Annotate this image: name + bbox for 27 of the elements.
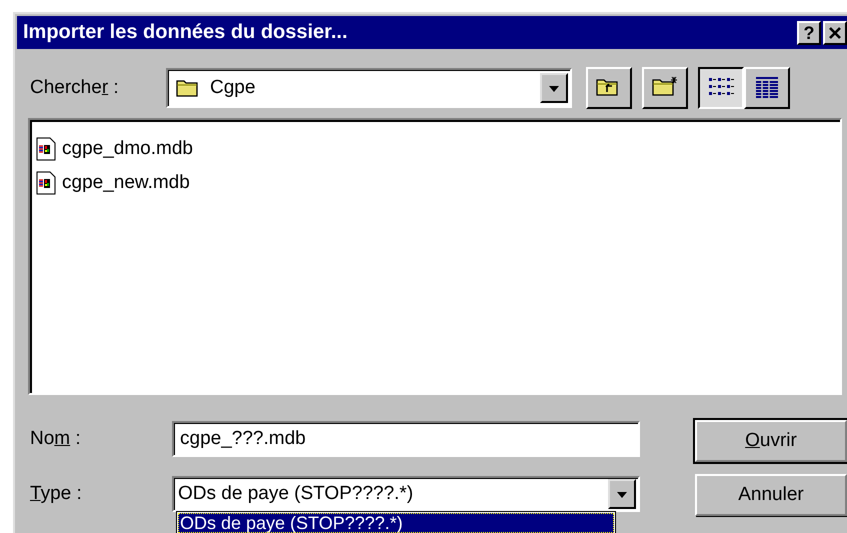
database-file-icon bbox=[36, 171, 56, 195]
file-name-field[interactable]: cgpe_???.mdb bbox=[172, 421, 640, 457]
look-in-dropdown[interactable]: Cgpe bbox=[166, 68, 572, 108]
dropdown-button[interactable] bbox=[608, 479, 636, 509]
details-view-icon bbox=[754, 75, 780, 101]
list-view-button[interactable] bbox=[698, 67, 744, 109]
help-button[interactable]: ? bbox=[797, 20, 821, 44]
look-in-label: Chercher : bbox=[30, 77, 120, 99]
file-type-dropdown[interactable]: ODs de paye (STOP????.*) bbox=[172, 476, 640, 512]
cancel-button[interactable]: Annuler bbox=[695, 474, 847, 516]
details-view-button[interactable] bbox=[744, 67, 790, 109]
file-type-label: Type : bbox=[30, 483, 83, 505]
new-folder-button[interactable] bbox=[642, 67, 688, 109]
file-name-label: Nom : bbox=[30, 428, 82, 450]
up-folder-button[interactable] bbox=[586, 67, 632, 109]
file-item[interactable]: cgpe_dmo.mdb bbox=[60, 138, 195, 160]
open-button[interactable]: Ouvrir bbox=[695, 420, 847, 462]
dropdown-option[interactable]: ODs de paye (STOP????.*) bbox=[178, 513, 614, 533]
file-list[interactable]: cgpe_dmo.mdb cgpe_new.mdb bbox=[28, 118, 842, 395]
file-item[interactable]: cgpe_new.mdb bbox=[60, 172, 192, 194]
look-in-value: Cgpe bbox=[210, 77, 256, 99]
window-title: Importer les données du dossier... bbox=[23, 21, 349, 44]
close-icon bbox=[828, 26, 842, 40]
close-button[interactable] bbox=[823, 20, 847, 44]
dropdown-button[interactable] bbox=[540, 73, 568, 103]
database-file-icon bbox=[36, 137, 56, 161]
file-type-value: ODs de paye (STOP????.*) bbox=[178, 483, 414, 505]
